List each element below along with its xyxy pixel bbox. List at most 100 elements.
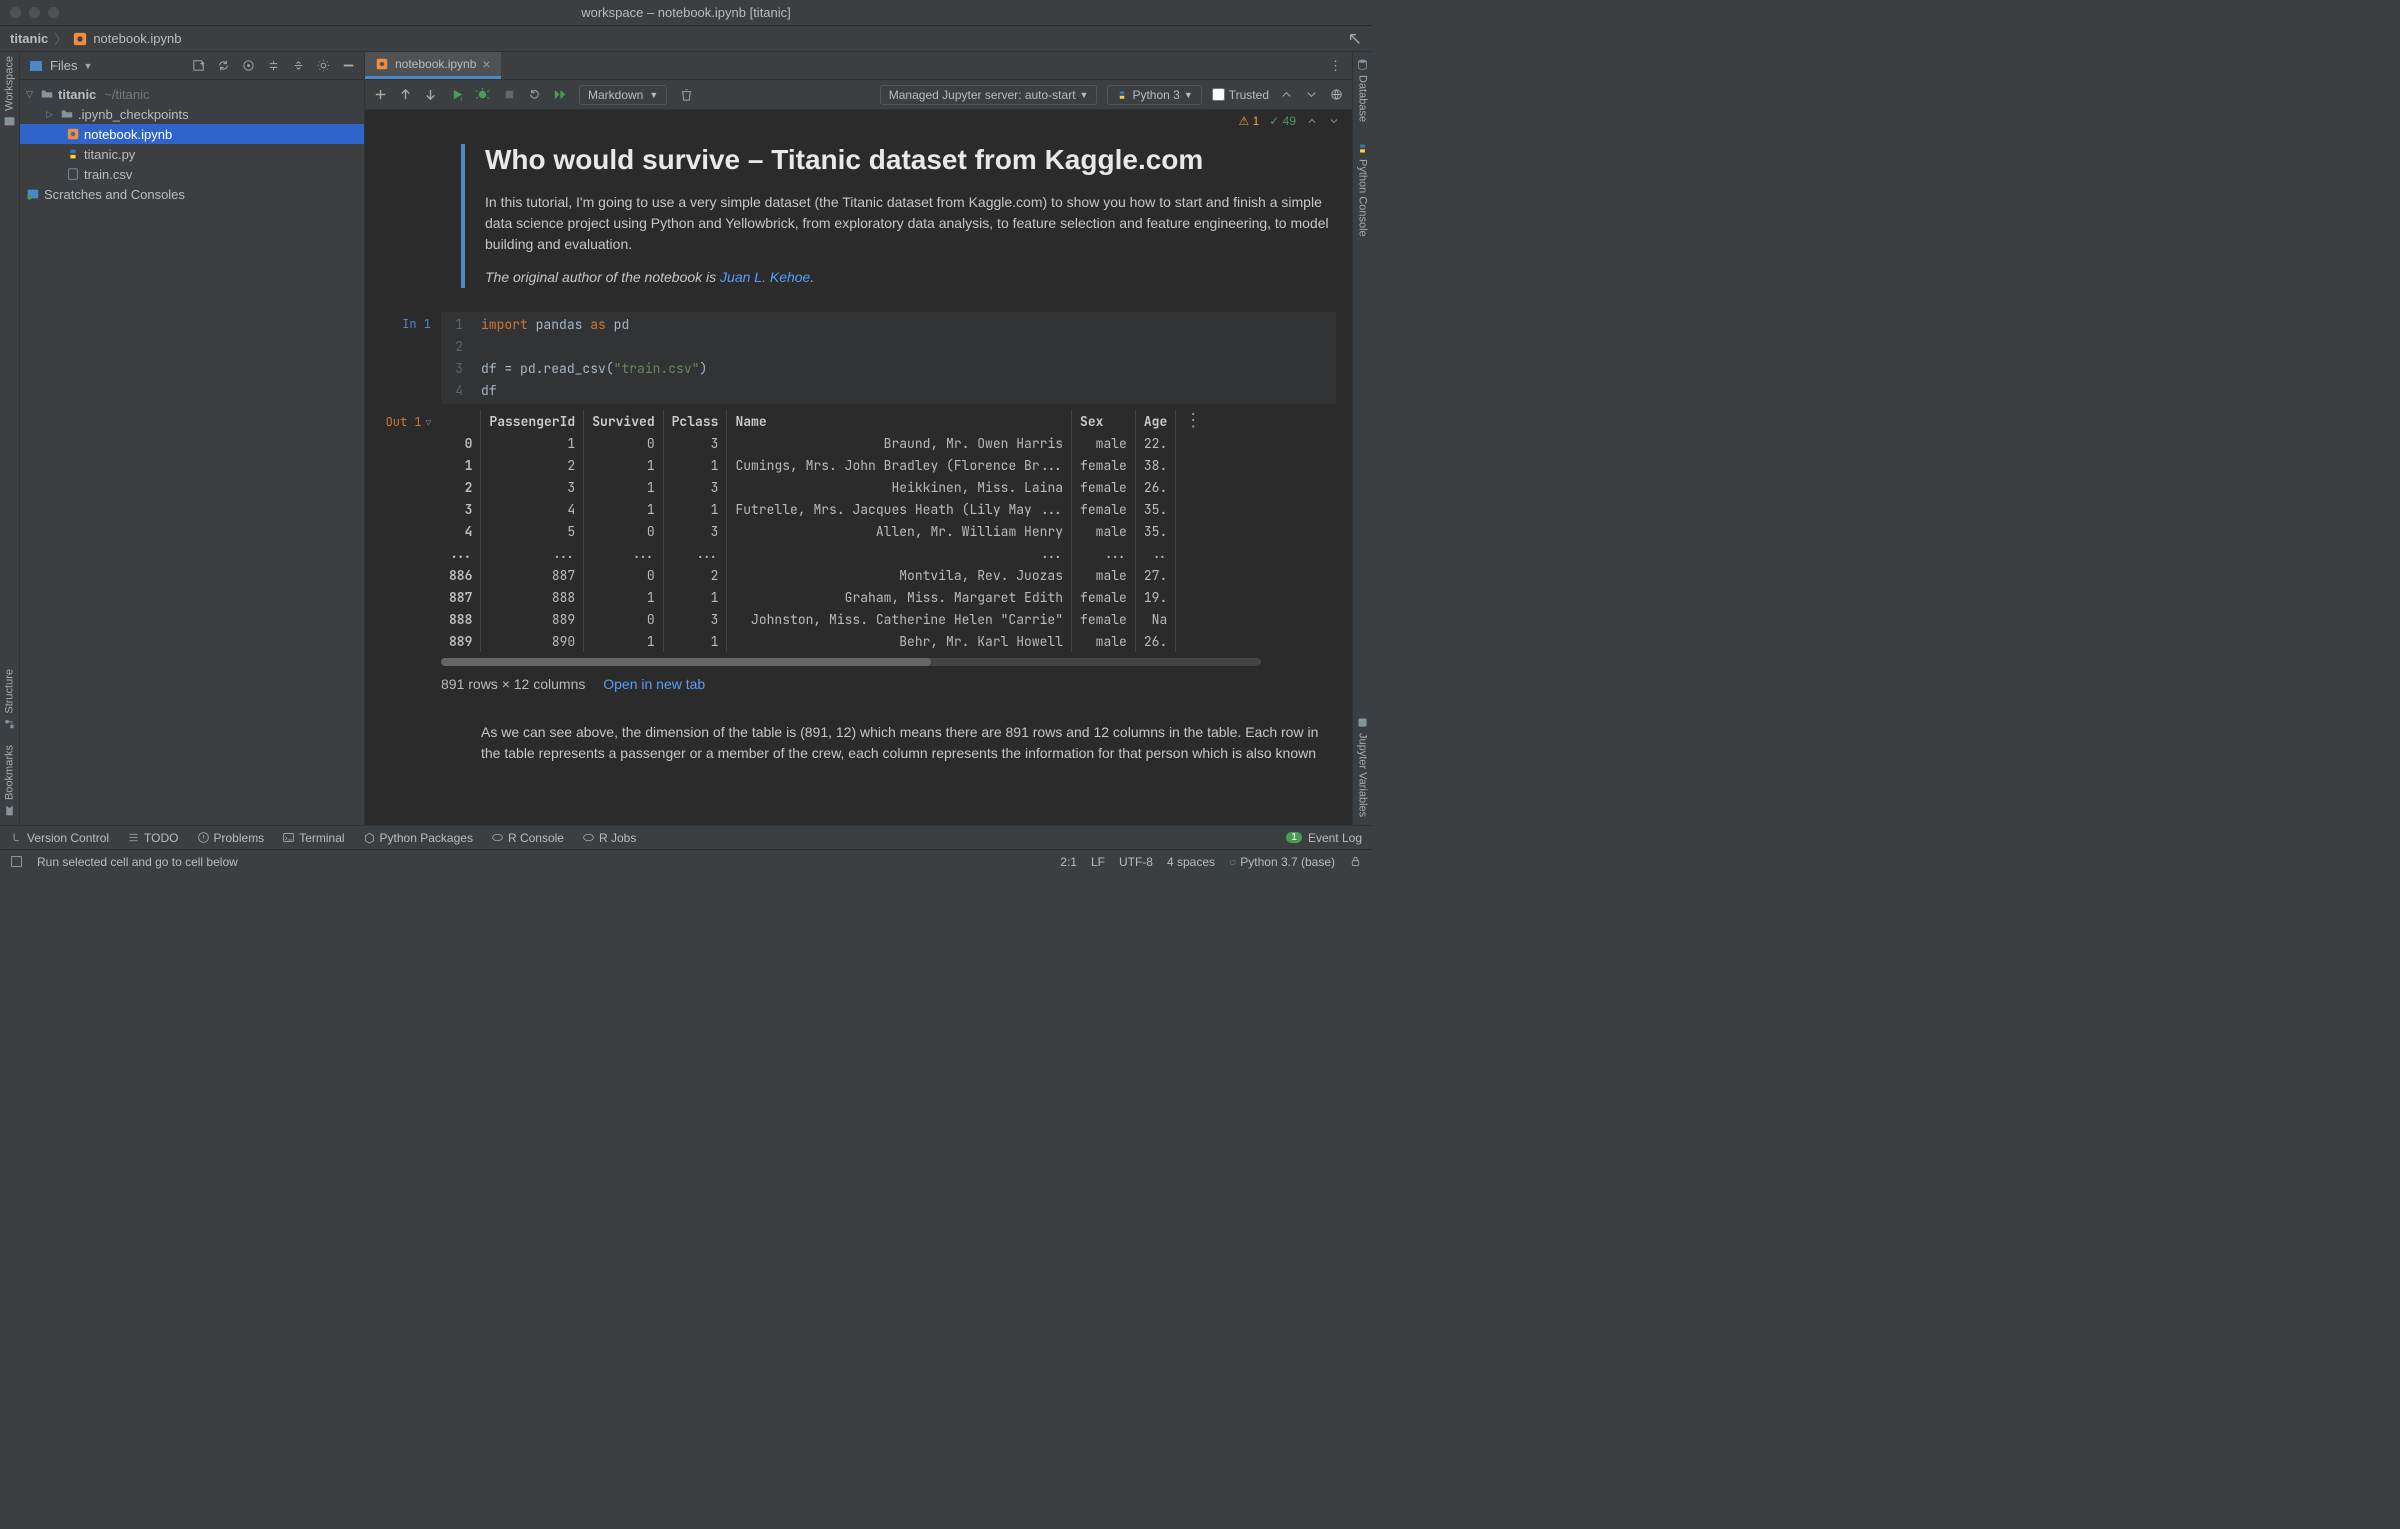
- zoom-window-icon[interactable]: [48, 7, 59, 18]
- status-hint: Run selected cell and go to cell below: [37, 855, 238, 869]
- tree-root[interactable]: ▽ titanic ~/titanic: [20, 84, 364, 104]
- markdown-paragraph: In this tutorial, I'm going to use a ver…: [485, 192, 1336, 255]
- new-file-icon[interactable]: [191, 58, 206, 73]
- table-row: 88688702Montvila, Rev. Juozasmale27.: [441, 564, 1176, 586]
- target-icon[interactable]: [241, 58, 256, 73]
- move-up-icon[interactable]: [398, 87, 413, 102]
- notebook-toolbar: Markdown ▼ Managed Jupyter server: auto-…: [365, 80, 1352, 110]
- cell-type-dropdown[interactable]: Markdown ▼: [579, 85, 667, 105]
- breadcrumb-separator-icon: 〉: [54, 29, 67, 48]
- minimize-window-icon[interactable]: [29, 7, 40, 18]
- debug-cell-icon[interactable]: [475, 87, 490, 102]
- line-separator[interactable]: LF: [1091, 855, 1105, 869]
- notebook-content[interactable]: Who would survive – Titanic dataset from…: [365, 132, 1352, 825]
- sync-icon[interactable]: [216, 58, 231, 73]
- structure-tool-button[interactable]: Structure: [3, 669, 16, 731]
- todo-tool[interactable]: TODO: [127, 831, 178, 845]
- trusted-checkbox[interactable]: Trusted: [1212, 88, 1269, 102]
- database-tool-button[interactable]: Database: [1356, 58, 1369, 122]
- tree-item-notebook[interactable]: notebook.ipynb: [20, 124, 364, 144]
- output-prompt[interactable]: Out 1▽: [381, 410, 441, 692]
- problems-tool[interactable]: Problems: [197, 831, 265, 845]
- table-column-header[interactable]: Pclass: [663, 410, 727, 432]
- markdown-cell[interactable]: Who would survive – Titanic dataset from…: [461, 144, 1336, 288]
- open-in-icon[interactable]: [1348, 32, 1362, 46]
- python-packages-tool[interactable]: Python Packages: [363, 831, 473, 845]
- tabs-more-icon[interactable]: ⋮: [1329, 58, 1352, 74]
- collapse-output-icon: ▽: [426, 417, 431, 429]
- restart-icon[interactable]: [527, 87, 542, 102]
- table-column-header[interactable]: Sex: [1072, 410, 1136, 432]
- tree-item-csv[interactable]: train.csv: [20, 164, 364, 184]
- version-control-tool[interactable]: Version Control: [10, 831, 109, 845]
- next-highlight-icon[interactable]: [1328, 115, 1340, 127]
- file-encoding[interactable]: UTF-8: [1119, 855, 1153, 869]
- interpreter-indicator[interactable]: Python 3.7 (base): [1229, 855, 1335, 869]
- close-tab-icon[interactable]: ×: [482, 56, 490, 72]
- bookmarks-tool-button[interactable]: Bookmarks: [3, 745, 16, 817]
- tree-item-folder[interactable]: ▷ .ipynb_checkpoints: [20, 104, 364, 124]
- interpreter-dropdown[interactable]: Python 3 ▼: [1107, 85, 1201, 105]
- tool-windows-icon[interactable]: [10, 855, 23, 868]
- r-console-tool[interactable]: R Console: [491, 831, 564, 845]
- jupyter-variables-tool-button[interactable]: Jupyter Variables: [1356, 716, 1369, 817]
- stop-icon[interactable]: [502, 87, 517, 102]
- right-tool-rail: Database Python Console Jupyter Variable…: [1352, 52, 1372, 825]
- project-sidebar: Files ▼ ▽ titanic ~/titanic ▷: [20, 52, 365, 825]
- jupyter-server-dropdown[interactable]: Managed Jupyter server: auto-start ▼: [880, 85, 1098, 105]
- event-log-tool[interactable]: Event Log: [1308, 831, 1362, 845]
- table-column-header[interactable]: PassengerId: [481, 410, 584, 432]
- output-cell: Out 1▽ PassengerIdSurvivedPclassNameSexA…: [381, 410, 1336, 692]
- minimize-icon[interactable]: [341, 58, 356, 73]
- horizontal-scrollbar[interactable]: [441, 658, 1261, 666]
- file-tree: ▽ titanic ~/titanic ▷ .ipynb_checkpoints…: [20, 80, 364, 208]
- warning-indicator[interactable]: ⚠ 1: [1238, 114, 1259, 128]
- left-tool-rail: Workspace Structure Bookmarks: [0, 52, 20, 825]
- workspace-tool-button[interactable]: Workspace: [3, 56, 16, 128]
- table-row: 1211Cumings, Mrs. John Bradley (Florence…: [441, 454, 1176, 476]
- r-jobs-tool[interactable]: R Jobs: [582, 831, 636, 845]
- python-console-tool-button[interactable]: Python Console: [1356, 142, 1369, 237]
- table-more-icon[interactable]: ⋮: [1176, 410, 1202, 431]
- expand-all-icon[interactable]: [266, 58, 281, 73]
- table-row: 4503Allen, Mr. William Henrymale35.: [441, 520, 1176, 542]
- scroll-up-icon[interactable]: [1279, 87, 1294, 102]
- code-editor[interactable]: import pandas as pd df = pd.read_csv("tr…: [471, 312, 1336, 404]
- line-gutter: 1 2 3 4: [441, 312, 471, 404]
- notebook-file-icon: [73, 32, 87, 46]
- table-row: 88788811Graham, Miss. Margaret Edithfema…: [441, 586, 1176, 608]
- collapse-all-icon[interactable]: [291, 58, 306, 73]
- table-column-header[interactable]: Survived: [584, 410, 663, 432]
- move-down-icon[interactable]: [423, 87, 438, 102]
- statusbar: Run selected cell and go to cell below 2…: [0, 849, 1372, 873]
- indent-setting[interactable]: 4 spaces: [1167, 855, 1215, 869]
- table-column-header[interactable]: [441, 410, 481, 432]
- table-column-header[interactable]: Age: [1135, 410, 1175, 432]
- tab-notebook[interactable]: notebook.ipynb ×: [365, 52, 501, 79]
- tree-scratches[interactable]: Scratches and Consoles: [20, 184, 364, 204]
- lock-icon[interactable]: [1349, 855, 1362, 868]
- editor-tabs: notebook.ipynb × ⋮: [365, 52, 1352, 80]
- terminal-tool[interactable]: Terminal: [282, 831, 344, 845]
- prev-highlight-icon[interactable]: [1306, 115, 1318, 127]
- gear-icon[interactable]: [316, 58, 331, 73]
- author-link[interactable]: Juan L. Kehoe: [720, 269, 810, 285]
- ok-indicator[interactable]: ✓ 49: [1269, 114, 1296, 128]
- add-cell-icon[interactable]: [373, 87, 388, 102]
- delete-cell-icon[interactable]: [679, 87, 694, 102]
- run-cell-icon[interactable]: [450, 87, 465, 102]
- code-cell[interactable]: In 1 1 2 3 4 import pandas as pd df = pd…: [381, 312, 1336, 404]
- breadcrumb-file[interactable]: notebook.ipynb: [93, 31, 181, 46]
- scroll-down-icon[interactable]: [1304, 87, 1319, 102]
- browser-icon[interactable]: [1329, 87, 1344, 102]
- table-column-header[interactable]: Name: [727, 410, 1072, 432]
- close-window-icon[interactable]: [10, 7, 21, 18]
- open-in-new-tab-link[interactable]: Open in new tab: [603, 676, 705, 692]
- caret-position[interactable]: 2:1: [1060, 855, 1077, 869]
- sidebar-view-selector[interactable]: Files ▼: [28, 58, 92, 74]
- table-row: ....................: [441, 542, 1176, 564]
- breadcrumb-project[interactable]: titanic: [10, 31, 48, 46]
- tree-item-python[interactable]: titanic.py: [20, 144, 364, 164]
- window-controls: [10, 7, 59, 18]
- run-all-icon[interactable]: [552, 87, 567, 102]
